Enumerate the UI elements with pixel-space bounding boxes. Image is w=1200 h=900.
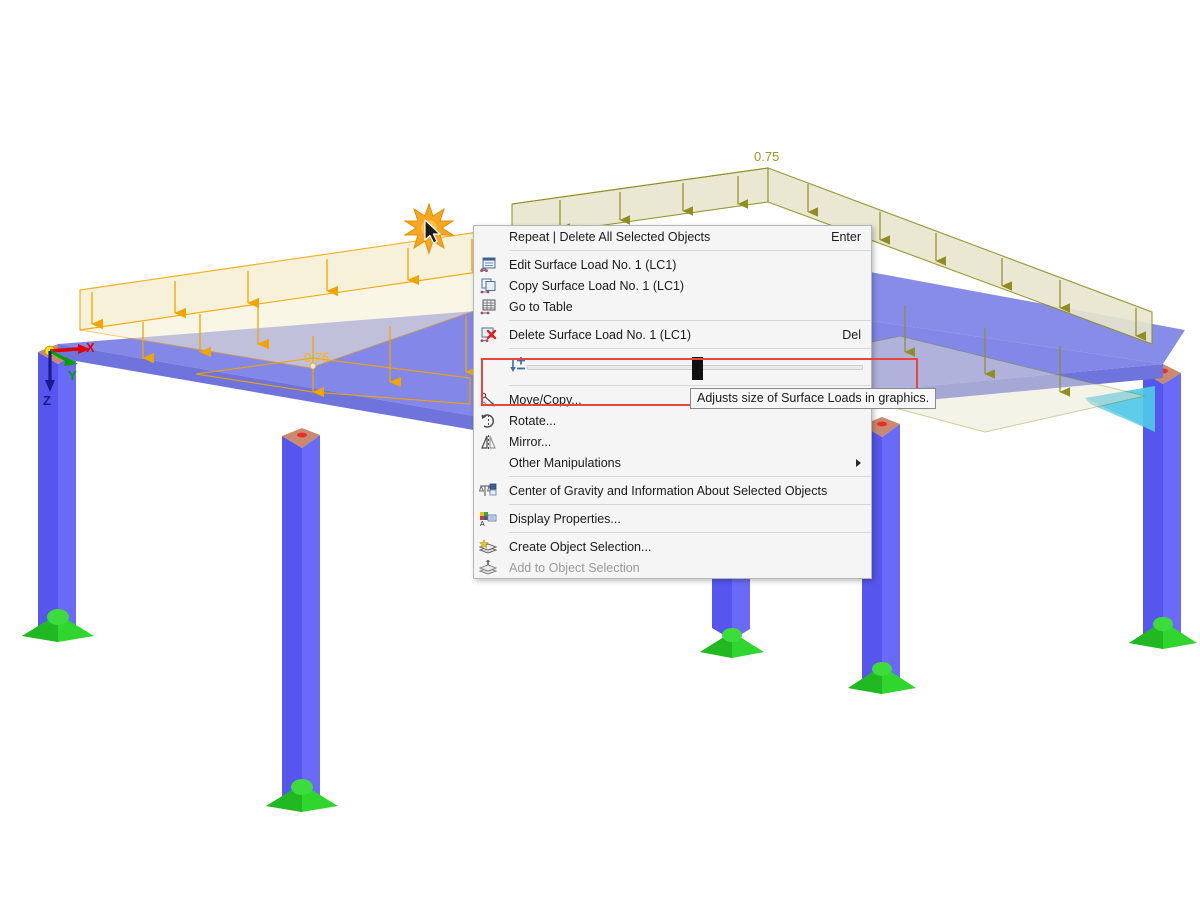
support-front-middle[interactable]: [700, 628, 764, 658]
menu-separator: [509, 532, 871, 533]
support-front-left[interactable]: [266, 779, 338, 812]
menu-item-label: Mirror...: [509, 434, 552, 449]
menu-item-load-size-slider[interactable]: [474, 352, 871, 382]
menu-item-create-object-selection[interactable]: Create Object Selection...: [474, 536, 871, 557]
go-to-table-icon: [477, 297, 499, 317]
menu-item-go-to-table[interactable]: Go to Table: [474, 296, 871, 317]
menu-item-label: Display Properties...: [509, 511, 621, 526]
svg-text:A: A: [480, 521, 485, 527]
column-front-left[interactable]: [282, 428, 320, 812]
application-window: X Y Z 0.75 0.75 Repeat | Delete All Sele…: [0, 0, 1200, 900]
menu-item-repeat-delete[interactable]: Repeat | Delete All Selected Objects Ent…: [474, 226, 871, 247]
slider-track[interactable]: [527, 356, 863, 380]
menu-item-label: Go to Table: [509, 299, 573, 314]
support-back-left[interactable]: [22, 609, 94, 642]
menu-separator: [509, 250, 871, 251]
rotate-icon: [477, 411, 499, 431]
menu-item-label: Create Object Selection...: [509, 539, 652, 554]
menu-item-label: Delete Surface Load No. 1 (LC1): [509, 327, 692, 342]
menu-item-add-to-object-selection: Add to Object Selection: [474, 557, 871, 578]
move-copy-icon: [477, 390, 499, 410]
menu-item-shortcut: Del: [842, 327, 861, 342]
menu-item-label: Repeat | Delete All Selected Objects: [509, 229, 711, 244]
menu-item-label: Center of Gravity and Information About …: [509, 483, 828, 498]
create-object-selection-icon: [477, 537, 499, 557]
none-icon: [477, 453, 499, 473]
menu-item-copy-surface-load[interactable]: Copy Surface Load No. 1 (LC1): [474, 275, 871, 296]
center-of-gravity-icon: [477, 481, 499, 501]
menu-separator: [509, 476, 871, 477]
menu-separator: [509, 348, 871, 349]
menu-item-edit-surface-load[interactable]: Edit Surface Load No. 1 (LC1): [474, 254, 871, 275]
menu-separator: [509, 504, 871, 505]
menu-item-rotate[interactable]: Rotate...: [474, 410, 871, 431]
menu-item-display-properties[interactable]: A Display Properties...: [474, 508, 871, 529]
slider-tooltip: Adjusts size of Surface Loads in graphic…: [690, 388, 937, 409]
chevron-right-icon: [856, 458, 861, 467]
support-back-right[interactable]: [1129, 617, 1197, 649]
menu-item-shortcut: Enter: [831, 229, 861, 244]
menu-item-delete-surface-load[interactable]: Delete Surface Load No. 1 (LC1) Del: [474, 324, 871, 345]
edit-surface-load-icon: [477, 255, 499, 275]
menu-item-center-of-gravity[interactable]: Center of Gravity and Information About …: [474, 480, 871, 501]
menu-item-label: Rotate...: [509, 413, 557, 428]
load-size-icon: [509, 356, 527, 377]
menu-separator: [509, 385, 871, 386]
none-icon: [477, 227, 499, 247]
display-properties-icon: A: [477, 509, 499, 529]
menu-item-label: Other Manipulations: [509, 455, 621, 470]
menu-item-other-manipulations[interactable]: Other Manipulations: [474, 452, 871, 473]
support-middle-right[interactable]: [848, 662, 916, 694]
mirror-icon: [477, 432, 499, 452]
column-back-left[interactable]: [38, 344, 76, 642]
menu-item-label: Edit Surface Load No. 1 (LC1): [509, 257, 677, 272]
copy-surface-load-icon: [477, 276, 499, 296]
menu-item-label: Add to Object Selection: [509, 560, 640, 575]
menu-item-label: Copy Surface Load No. 1 (LC1): [509, 278, 685, 293]
menu-separator: [509, 320, 871, 321]
delete-surface-load-icon: [477, 325, 499, 345]
menu-item-mirror[interactable]: Mirror...: [474, 431, 871, 452]
add-to-object-selection-icon: [477, 558, 499, 578]
slider-thumb[interactable]: [691, 356, 703, 380]
